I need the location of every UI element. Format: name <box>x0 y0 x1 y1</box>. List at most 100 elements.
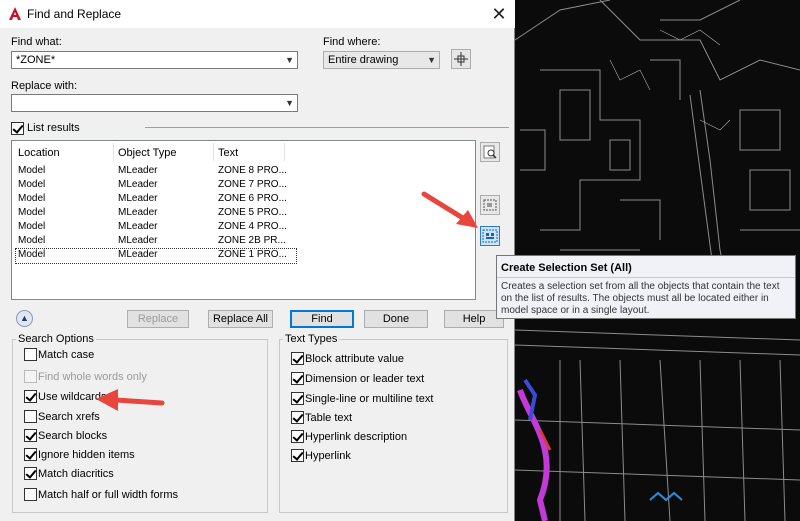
select-objects-button[interactable] <box>451 49 471 69</box>
close-icon: ✕ <box>491 4 507 24</box>
annotation-arrow-icon <box>96 389 165 411</box>
column-header-text[interactable]: Text <box>218 147 238 159</box>
zoom-to-icon <box>483 145 497 159</box>
ignore-hidden-items-label: Ignore hidden items <box>38 449 135 461</box>
cell-location: Model <box>18 221 46 232</box>
cell-object-type: MLeader <box>118 165 158 176</box>
close-button[interactable]: ✕ <box>484 2 514 26</box>
cell-location: Model <box>18 179 46 190</box>
find-whole-words-checkbox[interactable] <box>24 370 37 383</box>
search-options-group <box>12 339 268 513</box>
annotation-arrow-icon <box>421 191 478 228</box>
hyperlink-checkbox[interactable] <box>291 449 304 462</box>
list-results-label: List results <box>27 122 80 134</box>
single-multiline-checkbox[interactable] <box>291 392 304 405</box>
search-blocks-checkbox[interactable] <box>24 429 37 442</box>
block-attribute-label: Block attribute value <box>305 353 405 365</box>
single-multiline-label: Single-line or multiline text <box>305 393 434 405</box>
use-wildcards-checkbox[interactable] <box>24 390 37 403</box>
find-whole-words-label: Find whole words only <box>38 371 147 383</box>
match-half-full-width-checkbox[interactable] <box>24 488 37 501</box>
cell-object-type: MLeader <box>118 249 158 260</box>
match-half-full-width-label: Match half or full width forms <box>38 489 178 501</box>
hyperlink-description-label: Hyperlink description <box>305 431 408 443</box>
cell-object-type: MLeader <box>118 179 158 190</box>
hyperlink-label: Hyperlink <box>305 450 351 462</box>
cell-location: Model <box>18 249 46 260</box>
find-replace-dialog: Find and Replace ✕ Find what: *ZONE* ▼ F… <box>0 0 515 521</box>
cell-object-type: MLeader <box>118 207 158 218</box>
results-list[interactable]: Location Object Type Text Model MLeader … <box>11 140 476 300</box>
table-row[interactable]: Model MLeader ZONE 8 PRO... <box>16 165 296 179</box>
find-where-label: Find where: <box>323 36 381 48</box>
ignore-hidden-items-checkbox[interactable] <box>24 448 37 461</box>
column-separator <box>113 143 114 161</box>
replace-all-button[interactable]: Replace All <box>208 310 273 328</box>
list-results-checkbox[interactable] <box>11 122 24 135</box>
tooltip-create-selection-set: Create Selection Set (All) Creates a sel… <box>496 255 796 319</box>
done-button[interactable]: Done <box>364 310 428 328</box>
replace-with-label: Replace with: <box>11 80 78 92</box>
replace-button[interactable]: Replace <box>127 310 189 328</box>
replace-with-input[interactable]: ▼ <box>11 94 298 112</box>
search-blocks-label: Search blocks <box>38 430 108 442</box>
help-button[interactable]: Help <box>444 310 504 328</box>
cell-text: ZONE 2B PR... <box>218 235 286 246</box>
column-header-object-type[interactable]: Object Type <box>118 147 177 159</box>
table-row[interactable]: Model MLeader ZONE 5 PRO... <box>16 207 296 221</box>
cell-object-type: MLeader <box>118 235 158 246</box>
autocad-logo-icon <box>9 7 21 20</box>
cell-location: Model <box>18 207 46 218</box>
find-button[interactable]: Find <box>290 310 354 328</box>
table-row[interactable]: Model MLeader ZONE 2B PR... <box>16 235 296 249</box>
cell-object-type: MLeader <box>118 193 158 204</box>
dialog-title: Find and Replace <box>27 7 122 21</box>
zoom-to-highlighted-button[interactable] <box>480 142 500 162</box>
text-types-group <box>279 339 508 513</box>
chevron-down-icon[interactable]: ▼ <box>285 95 294 111</box>
tooltip-description: Creates a selection set from all the obj… <box>501 281 780 316</box>
cell-text: ZONE 8 PRO... <box>218 165 287 176</box>
cell-text: ZONE 7 PRO... <box>218 179 287 190</box>
match-diacritics-label: Match diacritics <box>38 468 114 480</box>
table-row[interactable]: Model MLeader ZONE 6 PRO... <box>16 193 296 207</box>
find-what-value: *ZONE* <box>16 54 56 66</box>
find-where-select[interactable]: Entire drawing ▼ <box>323 51 440 69</box>
hyperlink-description-checkbox[interactable] <box>291 430 304 443</box>
cell-text: ZONE 1 PRO... <box>218 249 287 260</box>
cell-text: ZONE 5 PRO... <box>218 207 287 218</box>
tooltip-title: Create Selection Set (All) <box>501 262 632 274</box>
pick-point-icon <box>454 52 468 66</box>
cell-object-type: MLeader <box>118 221 158 232</box>
match-diacritics-checkbox[interactable] <box>24 467 37 480</box>
cell-location: Model <box>18 193 46 204</box>
chevron-down-icon[interactable]: ▼ <box>285 52 294 68</box>
search-xrefs-label: Search xrefs <box>38 411 100 423</box>
block-attribute-checkbox[interactable] <box>291 352 304 365</box>
collapse-options-button[interactable]: ▲ <box>16 310 33 327</box>
column-header-location[interactable]: Location <box>18 147 60 159</box>
text-types-title: Text Types <box>283 333 340 345</box>
table-row[interactable]: Model MLeader ZONE 4 PRO... <box>16 221 296 235</box>
table-row-selected[interactable]: Model MLeader ZONE 1 PRO... <box>15 248 297 264</box>
search-xrefs-checkbox[interactable] <box>24 410 37 423</box>
find-what-label: Find what: <box>11 36 62 48</box>
cell-location: Model <box>18 235 46 246</box>
title-bar: Find and Replace ✕ <box>0 0 515 28</box>
tooltip-divider <box>497 277 795 278</box>
cell-text: ZONE 6 PRO... <box>218 193 287 204</box>
column-separator <box>284 143 285 161</box>
table-row[interactable]: Model MLeader ZONE 7 PRO... <box>16 179 296 193</box>
dimension-leader-label: Dimension or leader text <box>305 373 425 385</box>
search-options-title: Search Options <box>16 333 96 345</box>
match-case-checkbox[interactable] <box>24 348 37 361</box>
collapse-icon: ▲ <box>20 313 29 323</box>
table-text-label: Table text <box>305 412 353 424</box>
chevron-down-icon[interactable]: ▼ <box>427 52 436 68</box>
table-text-checkbox[interactable] <box>291 411 304 424</box>
find-what-input[interactable]: *ZONE* ▼ <box>11 51 298 69</box>
match-case-label: Match case <box>38 349 95 361</box>
cell-text: ZONE 4 PRO... <box>218 221 287 232</box>
divider <box>145 127 509 128</box>
dimension-leader-checkbox[interactable] <box>291 372 304 385</box>
